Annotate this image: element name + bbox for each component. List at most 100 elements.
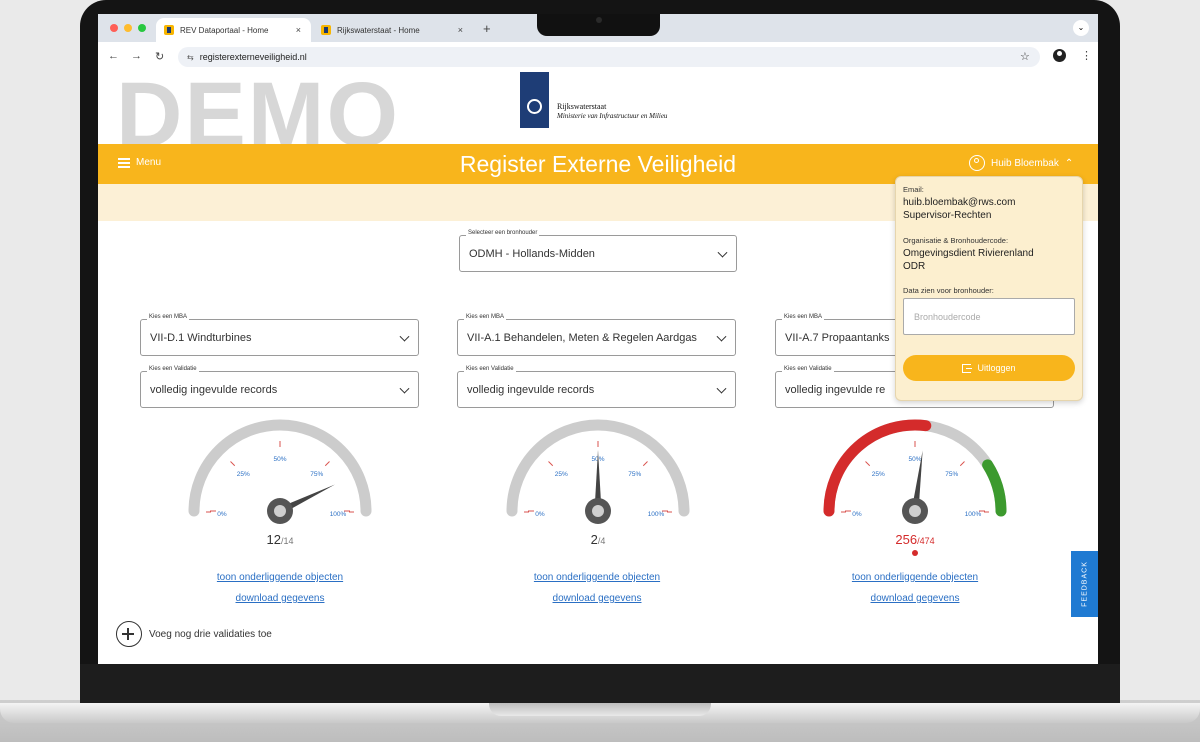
close-tab-icon[interactable]: × [296, 25, 301, 35]
gauge-hub-center [909, 505, 921, 517]
logo-text-line2: Ministerie van Infrastructuur en Milieu [557, 112, 668, 120]
gauge-green-segment [982, 459, 1007, 517]
gauge-tick-label: 25% [237, 471, 250, 478]
gauge-count-3: 256/474 [865, 532, 965, 547]
laptop-bezel [80, 664, 1120, 705]
mba-value: VII-A.1 Behandelen, Meten & Regelen Aard… [467, 331, 697, 344]
email-label: Email: [903, 185, 924, 194]
role-value: Supervisor-Rechten [903, 210, 992, 221]
gauge-tick [324, 461, 330, 467]
warning-dot-icon [912, 550, 918, 556]
close-window-icon[interactable] [110, 24, 118, 32]
bronhouder-select[interactable]: Selecteer een bronhouder ODMH - Hollands… [459, 230, 737, 272]
gauge-tick-label: 75% [310, 471, 323, 478]
gauge-3: 0% 25% 50% 75% 100% [823, 419, 1007, 524]
gauge-tick-label: 25% [872, 471, 885, 478]
forward-button[interactable]: → [131, 50, 142, 62]
reload-button[interactable]: ↻ [155, 50, 164, 63]
gauge-tick-label: 0% [852, 511, 862, 518]
site-info-icon[interactable]: ⇆ [187, 53, 194, 62]
rev-favicon-icon [164, 25, 174, 35]
logout-button[interactable]: Uitloggen [903, 355, 1075, 381]
download-link-3[interactable]: download gegevens [815, 593, 1015, 604]
gauge-tick [865, 461, 871, 467]
new-tab-button[interactable]: + [483, 21, 491, 36]
tab-label: REV Dataportaal - Home [180, 25, 269, 35]
count-value: 256 [895, 532, 918, 547]
show-objects-link-2[interactable]: toon onderliggende objecten [497, 572, 697, 583]
show-objects-link-3[interactable]: toon onderliggende objecten [815, 572, 1015, 583]
download-link-2[interactable]: download gegevens [497, 593, 697, 604]
tab-search-button[interactable]: ⌄ [1073, 20, 1089, 36]
camera-notch [537, 14, 660, 36]
validatie-select-1[interactable]: Kies een Validatie volledig ingevulde re… [140, 366, 419, 408]
org-code: ODR [903, 261, 926, 272]
gauge-tick [230, 461, 236, 467]
gauge-red-segment [823, 419, 932, 517]
screen: REV Dataportaal - Home × Rijkswaterstaat… [98, 14, 1098, 664]
add-validations-button[interactable]: Voeg nog drie validaties toe [116, 621, 272, 647]
laptop-hinge-notch [489, 703, 711, 716]
show-objects-link-1[interactable]: toon onderliggende objecten [180, 572, 380, 583]
validatie-value: volledig ingevulde records [150, 383, 278, 396]
count-value: 12 [266, 532, 281, 547]
user-menu-button[interactable]: Huib Bloembak ⌃ [969, 155, 1073, 171]
back-button[interactable]: ← [108, 50, 119, 62]
gauge-tick [642, 461, 648, 467]
rijkswaterstaat-logo [520, 72, 549, 128]
validatie-value: volledig ingevulde records [467, 383, 595, 396]
maximize-window-icon[interactable] [138, 24, 146, 32]
count-total: /14 [280, 536, 294, 546]
feedback-tab[interactable]: FEEDBACK [1071, 551, 1098, 617]
logout-label: Uitloggen [977, 363, 1016, 373]
input-placeholder: Bronhoudercode [914, 311, 981, 322]
org-name: Omgevingsdient Rivierenland [903, 248, 1034, 259]
feedback-label: FEEDBACK [1081, 561, 1088, 607]
gauge-tick [959, 461, 965, 467]
gauge-hub-center [274, 505, 286, 517]
user-name: Huib Bloembak [991, 157, 1059, 169]
chevron-down-icon [716, 383, 727, 394]
tab-rijkswaterstaat[interactable]: Rijkswaterstaat - Home × [313, 18, 473, 42]
bookmark-star-icon[interactable]: ☆ [1020, 50, 1030, 63]
logout-icon [962, 363, 973, 373]
org-label: Organisatie & Bronhoudercode: [903, 236, 1009, 245]
gauge-2: 0%25%50%75%100% [506, 419, 690, 524]
plus-circle-icon [116, 621, 142, 647]
browser-menu-icon[interactable]: ⋮ [1081, 49, 1092, 62]
mba-select-2[interactable]: Kies een MBA VII-A.1 Behandelen, Meten &… [457, 314, 736, 356]
url-text: registerexterneveiligheid.nl [199, 52, 307, 62]
chevron-down-icon [717, 247, 728, 258]
gauge-tick-label: 100% [648, 511, 665, 518]
email-value: huib.bloembak@rws.com [903, 197, 1016, 208]
gauge-tick-label: 75% [628, 471, 641, 478]
chevron-down-icon [399, 331, 410, 342]
rws-favicon-icon [321, 25, 331, 35]
count-value: 2 [590, 532, 598, 547]
gauge-tick-label: 50% [908, 456, 921, 463]
tab-label: Rijkswaterstaat - Home [337, 25, 420, 35]
logo-text-line1: Rijkswaterstaat [557, 102, 607, 111]
gauge-tick-label: 0% [535, 511, 545, 518]
gauge-tick-label: 0% [217, 511, 227, 518]
mba-value: VII-D.1 Windturbines [150, 331, 252, 344]
gauge-count-1: 12/14 [230, 532, 330, 547]
gauge-tick-label: 75% [945, 471, 958, 478]
count-total: /4 [597, 536, 606, 546]
chevron-up-icon: ⌃ [1064, 157, 1074, 169]
bronhoudercode-input[interactable]: Bronhoudercode [903, 298, 1075, 335]
minimize-window-icon[interactable] [124, 24, 132, 32]
data-label: Data zien voor bronhouder: [903, 286, 994, 295]
page-content: DEMO Rijkswaterstaat Ministerie van Infr… [98, 64, 1098, 664]
validatie-select-2[interactable]: Kies een Validatie volledig ingevulde re… [457, 366, 736, 408]
gauge-tick-label: 100% [965, 511, 982, 518]
gauge-hub-center [592, 505, 604, 517]
chevron-down-icon [399, 383, 410, 394]
close-tab-icon[interactable]: × [458, 25, 463, 35]
add-validations-label: Voeg nog drie validaties toe [149, 628, 272, 640]
tab-rev-dataportaal[interactable]: REV Dataportaal - Home × [156, 18, 311, 42]
validatie-value: volledig ingevulde re [785, 383, 886, 396]
mba-select-1[interactable]: Kies een MBA VII-D.1 Windturbines [140, 314, 419, 356]
download-link-1[interactable]: download gegevens [180, 593, 380, 604]
profile-icon[interactable] [1053, 49, 1066, 62]
